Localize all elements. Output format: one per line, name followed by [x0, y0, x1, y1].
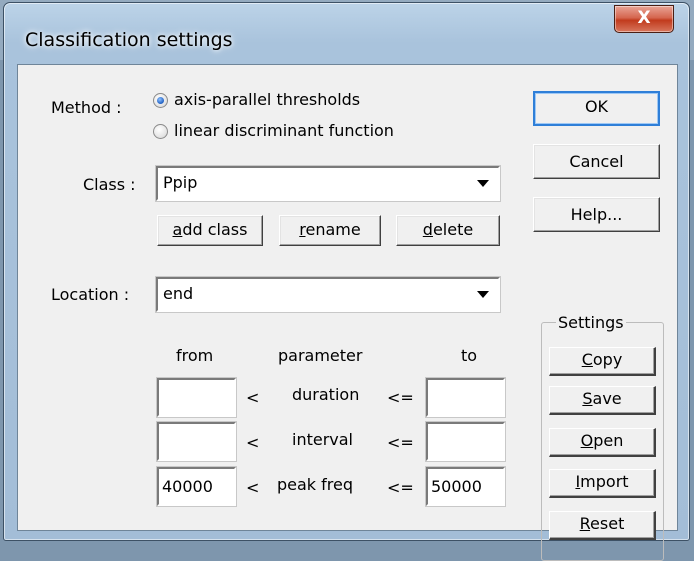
- interval-from-input[interactable]: [157, 422, 236, 461]
- copy-button[interactable]: Copy: [549, 347, 656, 376]
- import-button[interactable]: Import: [549, 469, 656, 498]
- cancel-button[interactable]: Cancel: [533, 144, 660, 179]
- method-label: Method :: [51, 98, 122, 117]
- chevron-down-icon: [477, 291, 489, 298]
- open-mnemonic: O: [580, 431, 594, 450]
- add-class-mnemonic: a: [172, 220, 183, 239]
- open-button[interactable]: Open: [549, 428, 656, 457]
- class-select[interactable]: Ppip: [156, 166, 500, 201]
- radio-axis-parallel-label[interactable]: axis-parallel thresholds: [174, 90, 360, 109]
- rename-label: ename: [305, 220, 361, 239]
- class-label: Class :: [83, 175, 136, 194]
- reset-mnemonic: R: [579, 514, 591, 533]
- duration-from-input[interactable]: [157, 378, 236, 417]
- class-selected-value: Ppip: [163, 173, 198, 192]
- copy-mnemonic: C: [581, 350, 593, 369]
- header-from: from: [176, 346, 214, 365]
- header-parameter: parameter: [278, 346, 363, 365]
- dialog-client-area: Method : axis-parallel thresholds linear…: [17, 64, 678, 561]
- interval-op-left: <: [246, 433, 260, 452]
- close-button[interactable]: X: [614, 5, 674, 33]
- ok-button[interactable]: OK: [533, 91, 660, 126]
- reset-label: eset: [590, 514, 625, 533]
- delete-label: elete: [432, 220, 474, 239]
- dialog-window: Classification settings X Method : axis-…: [3, 2, 690, 561]
- rename-button[interactable]: rename: [279, 215, 381, 246]
- peak-freq-param: peak freq: [277, 475, 354, 494]
- header-to: to: [461, 346, 478, 365]
- peak-freq-op-right: <=: [387, 478, 414, 497]
- help-button[interactable]: Help...: [533, 197, 660, 232]
- radio-axis-parallel[interactable]: [153, 93, 168, 108]
- duration-to-input[interactable]: [426, 378, 505, 417]
- duration-op-right: <=: [387, 388, 414, 407]
- close-icon: X: [637, 8, 651, 28]
- peak-freq-to-input[interactable]: 50000: [426, 467, 505, 506]
- settings-group-title: Settings: [556, 313, 626, 332]
- add-class-label: dd class: [182, 220, 248, 239]
- save-mnemonic: S: [582, 389, 593, 408]
- copy-label: opy: [592, 350, 623, 369]
- interval-to-input[interactable]: [426, 422, 505, 461]
- interval-op-right: <=: [387, 433, 414, 452]
- peak-freq-op-left: <: [246, 478, 260, 497]
- interval-param: interval: [292, 430, 353, 449]
- radio-linear-discriminant[interactable]: [153, 124, 168, 139]
- dialog-title: Classification settings: [25, 29, 233, 51]
- reset-button[interactable]: Reset: [549, 511, 656, 540]
- duration-op-left: <: [246, 388, 260, 407]
- import-label: mport: [580, 472, 629, 491]
- delete-mnemonic: d: [422, 220, 433, 239]
- delete-button[interactable]: delete: [396, 215, 500, 246]
- save-button[interactable]: Save: [549, 386, 656, 415]
- save-label: ave: [592, 389, 622, 408]
- add-class-button[interactable]: add class: [157, 215, 263, 246]
- location-selected-value: end: [163, 284, 194, 303]
- peak-freq-from-input[interactable]: 40000: [157, 467, 236, 506]
- duration-param: duration: [292, 385, 360, 404]
- radio-linear-discriminant-label[interactable]: linear discriminant function: [174, 121, 394, 140]
- open-label: pen: [593, 431, 624, 450]
- chevron-down-icon: [477, 180, 489, 187]
- location-select[interactable]: end: [156, 277, 500, 312]
- location-label: Location :: [51, 285, 130, 304]
